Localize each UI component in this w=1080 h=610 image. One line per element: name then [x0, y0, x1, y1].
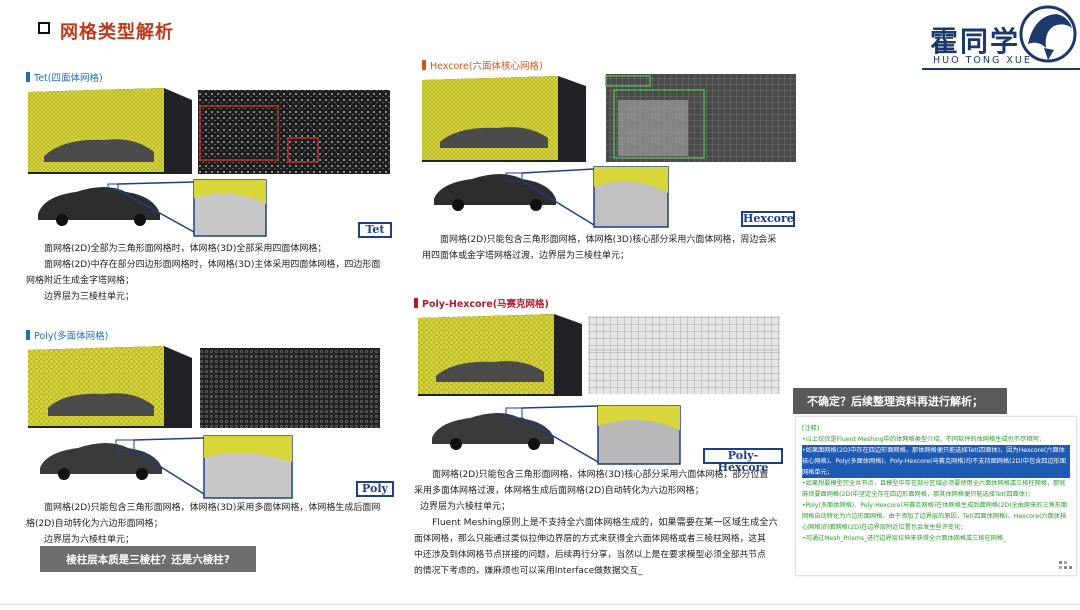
notes-title: [注释]	[802, 425, 820, 432]
footer-divider	[0, 604, 1080, 605]
hexcore-label: Hexcore	[741, 211, 795, 227]
poly-car-zoom	[40, 435, 293, 499]
polyhex-line-3: 边界层为六棱柱单元；	[420, 502, 511, 512]
polyhex-heading-text: Poly-Hexcore(马赛克网格)	[422, 299, 549, 310]
note-item-1: •以上仅仅是Fluent Meshing中的体网格类型介绍，不同软件的体网格生成…	[802, 436, 1045, 443]
hexcore-mesh-image	[422, 74, 796, 162]
tet-line-2: 面网格(2D)中存在部分四边形面网格时，体网格(3D)主体采用四面体网格，四边形…	[44, 260, 381, 270]
note-item-4: •Poly(多面体网格)、Poly-Hexcore(马赛克网格)在体网格生成后面…	[802, 502, 1068, 531]
hexcore-line-2: 用四面体或金字塔网格过渡，边界层为三棱柱单元；	[422, 251, 630, 261]
tet-car-zoom	[38, 179, 267, 237]
title-square-icon	[38, 22, 50, 34]
uncertain-banner: 不确定？后续整理资料再进行解析；	[793, 388, 1007, 414]
tet-line-1: 面网格(2D)全部为三角形面网格时，体网格(3D)全部采用四面体网格；	[44, 244, 327, 254]
polyhex-label: Poly-Hexcore	[703, 448, 783, 474]
prism-question-banner: 棱柱层本质是三棱柱？还是六棱柱?	[40, 546, 256, 572]
polyhex-mesh-image	[418, 314, 780, 396]
poly-heading-text: Poly(多面体网格)	[34, 331, 109, 342]
hexcore-heading: Hexcore(六面体核心网格)	[422, 58, 543, 72]
logo-underline	[922, 68, 1080, 70]
tet-line-4: 边界层为三棱柱单元；	[44, 292, 135, 302]
polyhex-line-2: 采用多面体网格过渡，体网格生成后面网格(2D)自动转化为六边形网格；	[414, 486, 704, 496]
logo-cn-text: 霍同学	[930, 25, 1021, 58]
tet-mesh-image	[28, 88, 390, 174]
polyhex-line-1: 面网格(2D)只能包含三角形面网格，体网格(3D)核心部分采用六面体网格，部分位…	[432, 470, 769, 480]
poly-line-1: 面网格(2D)只能包含三角形面网格，体网格(3D)采用多面体网格，体网格生成后面…	[44, 503, 381, 513]
polyhex-heading-bar	[414, 298, 418, 308]
poly-description: 面网格(2D)只能包含三角形面网格，体网格(3D)采用多面体网格，体网格生成后面…	[26, 500, 416, 548]
notes-panel: [注释] •以上仅仅是Fluent Meshing中的体网格类型介绍，不同软件的…	[795, 416, 1077, 576]
tet-heading-text: Tet(四面体网格)	[34, 73, 103, 84]
hexcore-description: 面网格(2D)只能包含三角形面网格，体网格(3D)核心部分采用六面体网格，周边会…	[422, 232, 812, 264]
tet-line-3: 网格附近生成金字塔网格；	[26, 276, 135, 286]
poly-label: Poly	[356, 481, 394, 497]
tet-heading: Tet(四面体网格)	[26, 70, 103, 84]
logo-en-text: HUO TONG XUE	[933, 55, 1032, 66]
polyhex-heading: Poly-Hexcore(马赛克网格)	[414, 296, 549, 310]
note-item-3: •如果想要模型完全共节点，且模型中存在部分区域必须要使用全六面体网格或三棱柱网格…	[802, 480, 1066, 498]
polyhex-blue-line-1: Fluent Meshing原则上是不支持全六面体网格生成的，如果需要在某一区域…	[432, 517, 778, 528]
poly-heading-bar	[26, 330, 30, 340]
note-item-2: •如果面网格(2D)中存在四边形面网格，那体网格便只能选择Tet(四面体)，因为…	[802, 445, 1070, 478]
hexcore-heading-bar	[422, 60, 426, 70]
polyhex-description: 面网格(2D)只能包含三角形面网格，体网格(3D)核心部分采用六面体网格，部分位…	[414, 467, 804, 579]
poly-mesh-image	[28, 346, 380, 428]
tet-heading-bar	[26, 72, 30, 82]
hexcore-line-1: 面网格(2D)只能包含三角形面网格，体网格(3D)核心部分采用六面体网格，周边会…	[440, 235, 777, 245]
hexcore-heading-text: Hexcore(六面体核心网格)	[430, 61, 543, 72]
resize-grip-icon[interactable]	[1058, 560, 1074, 572]
polyhex-blue-line-4: 的情况下考虑的，嫌麻烦也可以采用Interface做数据交互_	[414, 566, 643, 576]
polyhex-blue-line-3: 中还涉及到体网格节点拼接的问题，后续再行分享，当然以上是在要求模型必须全部共节点	[414, 550, 766, 560]
page-title: 网格类型解析	[60, 22, 174, 43]
poly-heading: Poly(多面体网格)	[26, 328, 108, 342]
tet-label: Tet	[358, 222, 392, 238]
polyhex-car-zoom	[432, 405, 681, 465]
polyhex-blue-line-2: 面体网格，那么只能通过类似拉伸边界层的方式来获得全六面体网格或者三棱柱网格，这其	[414, 534, 766, 544]
tet-description: 面网格(2D)全部为三角形面网格时，体网格(3D)全部采用四面体网格； 面网格(…	[26, 241, 416, 305]
note-item-5: •可通过Mesh_Prisms_进行边界层拉伸来获得全六面体网格或三棱柱网格_	[802, 535, 1007, 542]
poly-line-2: 格(2D)自动转化为六边形面网格；	[26, 519, 163, 529]
